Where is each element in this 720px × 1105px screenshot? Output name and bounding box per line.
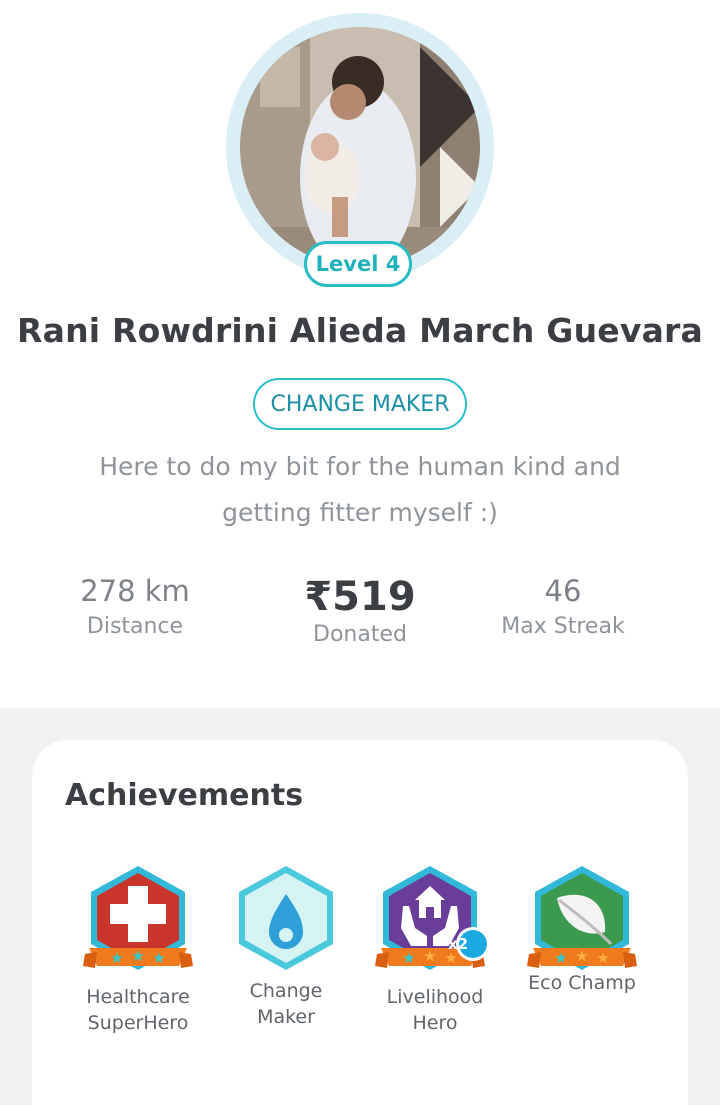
- stat-label: Distance: [86, 614, 184, 639]
- profile-header: Level 4 Rani Rowdrini Alieda March Gueva…: [0, 0, 720, 708]
- stat-label: Donated: [313, 622, 407, 647]
- badge-healthcare-superhero[interactable]: ★ ★ ★ Healthcare SuperHero: [68, 862, 208, 1036]
- badge-label-line: Hero: [412, 1012, 458, 1034]
- badge-label-line: Maker: [257, 1006, 315, 1028]
- svg-text:★: ★: [110, 949, 123, 967]
- svg-text:★: ★: [402, 949, 415, 967]
- healthcare-cross-icon: ★ ★ ★: [83, 866, 193, 970]
- profile-tag[interactable]: CHANGE MAKER: [253, 378, 467, 430]
- bio-line: getting fitter myself :): [222, 498, 498, 527]
- level-badge: Level 4: [304, 241, 412, 287]
- badge-label: Eco Champ: [512, 970, 652, 996]
- svg-text:★: ★: [423, 947, 436, 965]
- profile-bio: Here to do my bit for the human kind and…: [60, 444, 660, 536]
- stat-label: Max Streak: [501, 614, 625, 639]
- badge-label-line: Healthcare: [86, 986, 190, 1008]
- avatar[interactable]: [240, 27, 480, 267]
- badge-eco-champ[interactable]: ★ ★ ★ Eco Champ: [512, 862, 652, 996]
- svg-text:★: ★: [152, 949, 165, 967]
- leaf-icon: ★ ★ ★: [527, 866, 637, 970]
- badge-label-line: Eco Champ: [528, 972, 636, 994]
- badge-label: Change Maker: [216, 978, 356, 1030]
- badge-label-line: Livelihood: [386, 986, 484, 1008]
- badge-label: Healthcare SuperHero: [68, 984, 208, 1036]
- stat-value: ₹519: [304, 574, 416, 620]
- svg-text:★: ★: [575, 947, 588, 965]
- achievements-title: Achievements: [65, 778, 304, 813]
- svg-text:★: ★: [554, 949, 567, 967]
- stat-donated: ₹519 Donated: [260, 574, 460, 647]
- stat-value: 46: [544, 574, 582, 608]
- badge-count: x2: [447, 935, 469, 953]
- svg-text:★: ★: [596, 949, 609, 967]
- badge-livelihood-hero[interactable]: ★ ★ ★ x2 Livelihood Hero: [365, 862, 505, 1036]
- flame-drop-icon: [239, 866, 333, 970]
- badge-label-line: SuperHero: [87, 1012, 189, 1034]
- house-hands-icon: ★ ★ ★: [375, 866, 490, 970]
- profile-name: Rani Rowdrini Alieda March Guevara: [17, 311, 703, 350]
- stat-value: 278 km: [80, 574, 190, 608]
- badge-change-maker[interactable]: Change Maker: [216, 862, 356, 1030]
- svg-text:★: ★: [131, 947, 144, 965]
- stat-max-streak: 46 Max Streak: [463, 574, 663, 639]
- badge-label: Livelihood Hero: [365, 984, 505, 1036]
- badge-label-line: Change: [249, 980, 323, 1002]
- stat-distance: 278 km Distance: [35, 574, 235, 639]
- bio-line: Here to do my bit for the human kind and: [99, 452, 621, 481]
- achievements-card: Achievements ★ ★ ★ Healthcare SuperHero: [32, 740, 688, 1105]
